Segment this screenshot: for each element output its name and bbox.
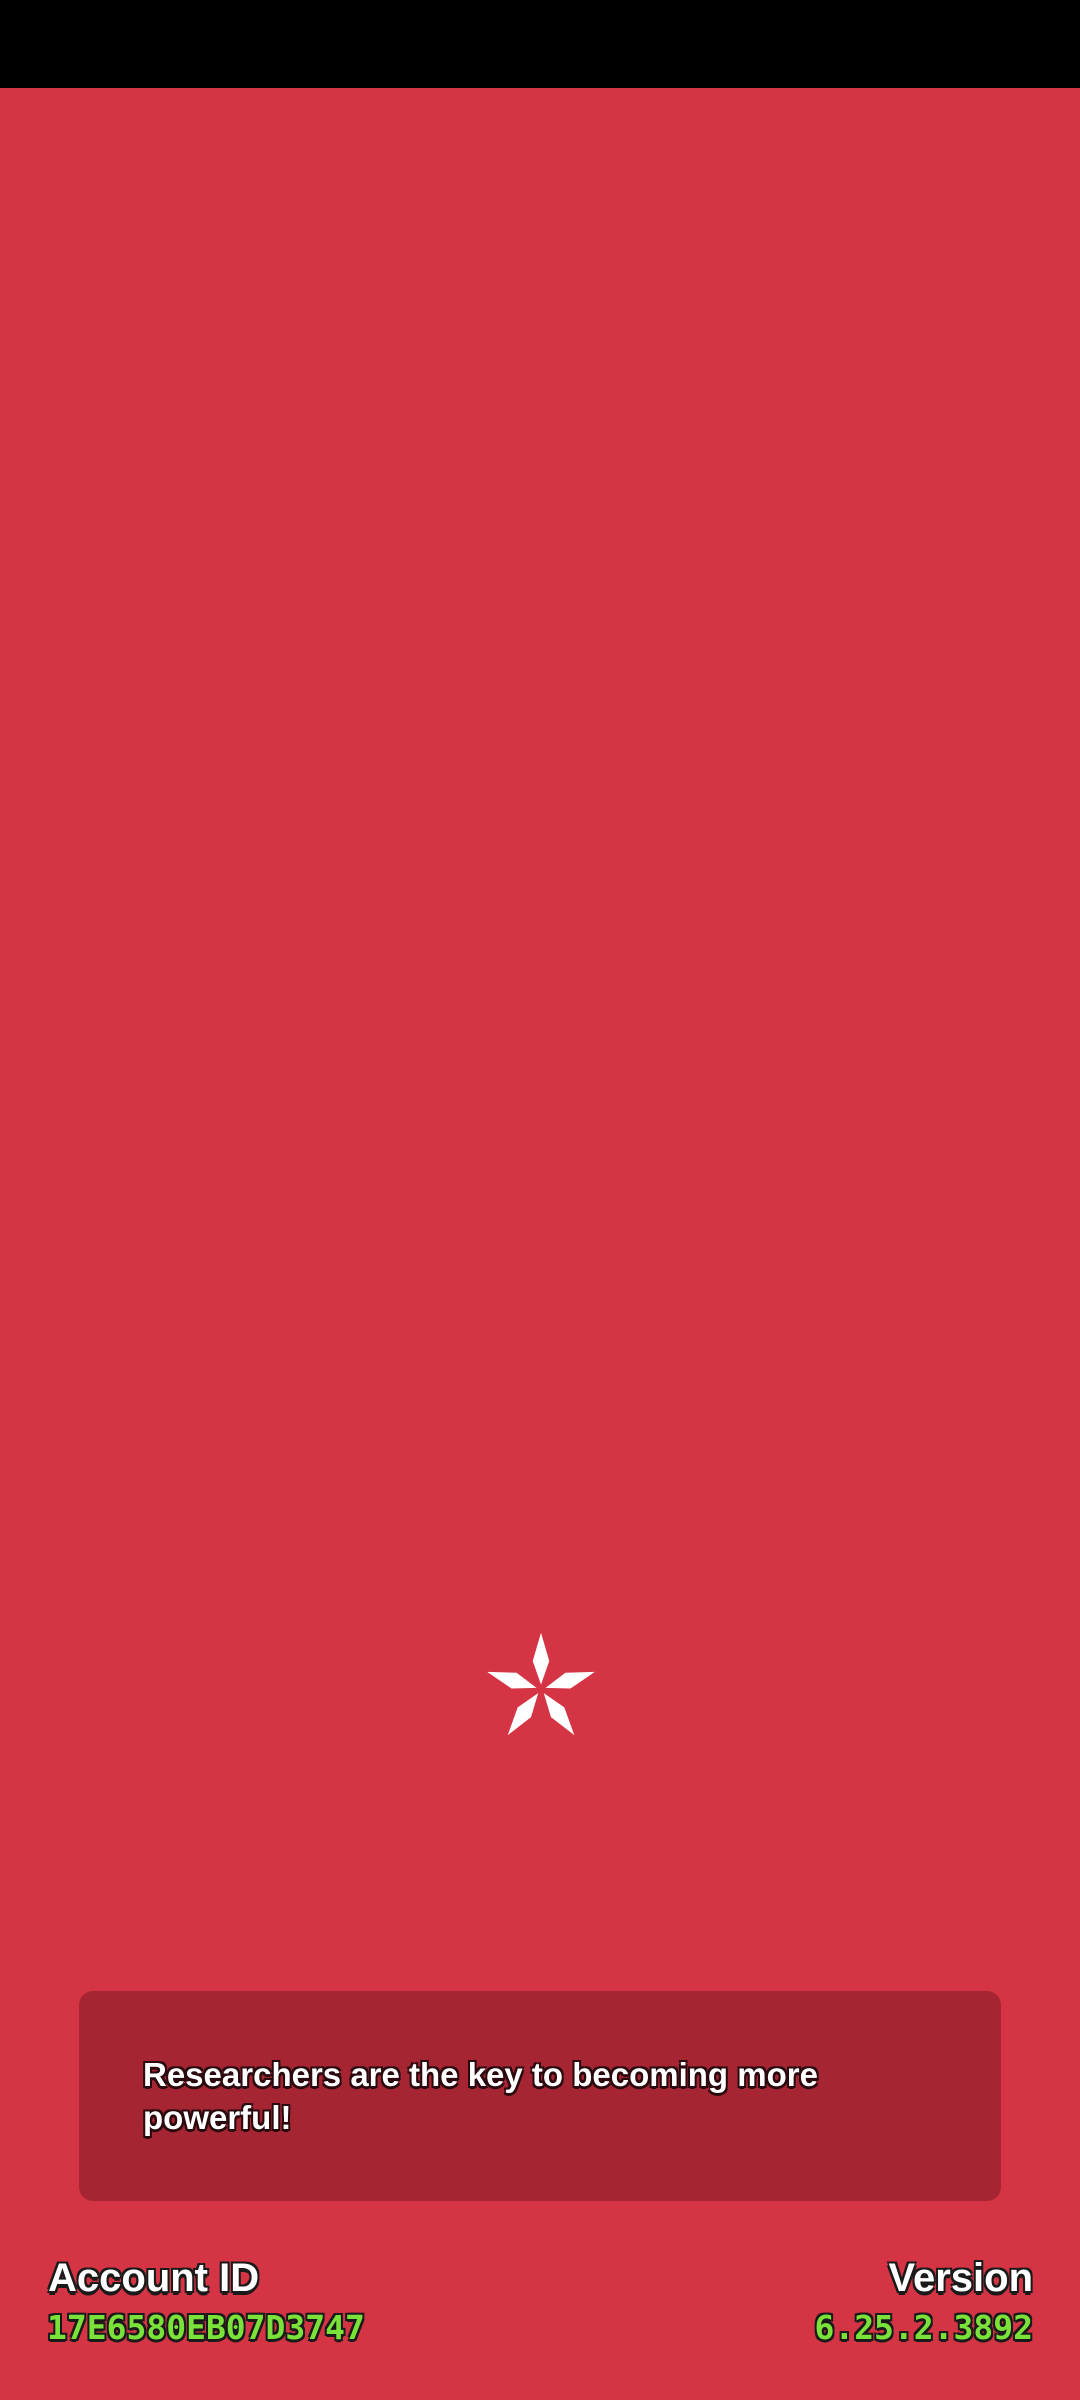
version-label: Version (888, 2256, 1033, 2300)
loading-tip-panel: Researchers are the key to becoming more… (79, 1991, 1001, 2201)
star-spinner-icon (487, 1632, 595, 1736)
version-value: 6.25.2.3892 (814, 2308, 1033, 2347)
loading-tip-text: Researchers are the key to becoming more… (143, 2056, 818, 2136)
status-bar (0, 0, 1080, 88)
account-id-value: 17E6580EB07D3747 (47, 2308, 365, 2347)
account-id-label: Account ID (48, 2256, 260, 2300)
